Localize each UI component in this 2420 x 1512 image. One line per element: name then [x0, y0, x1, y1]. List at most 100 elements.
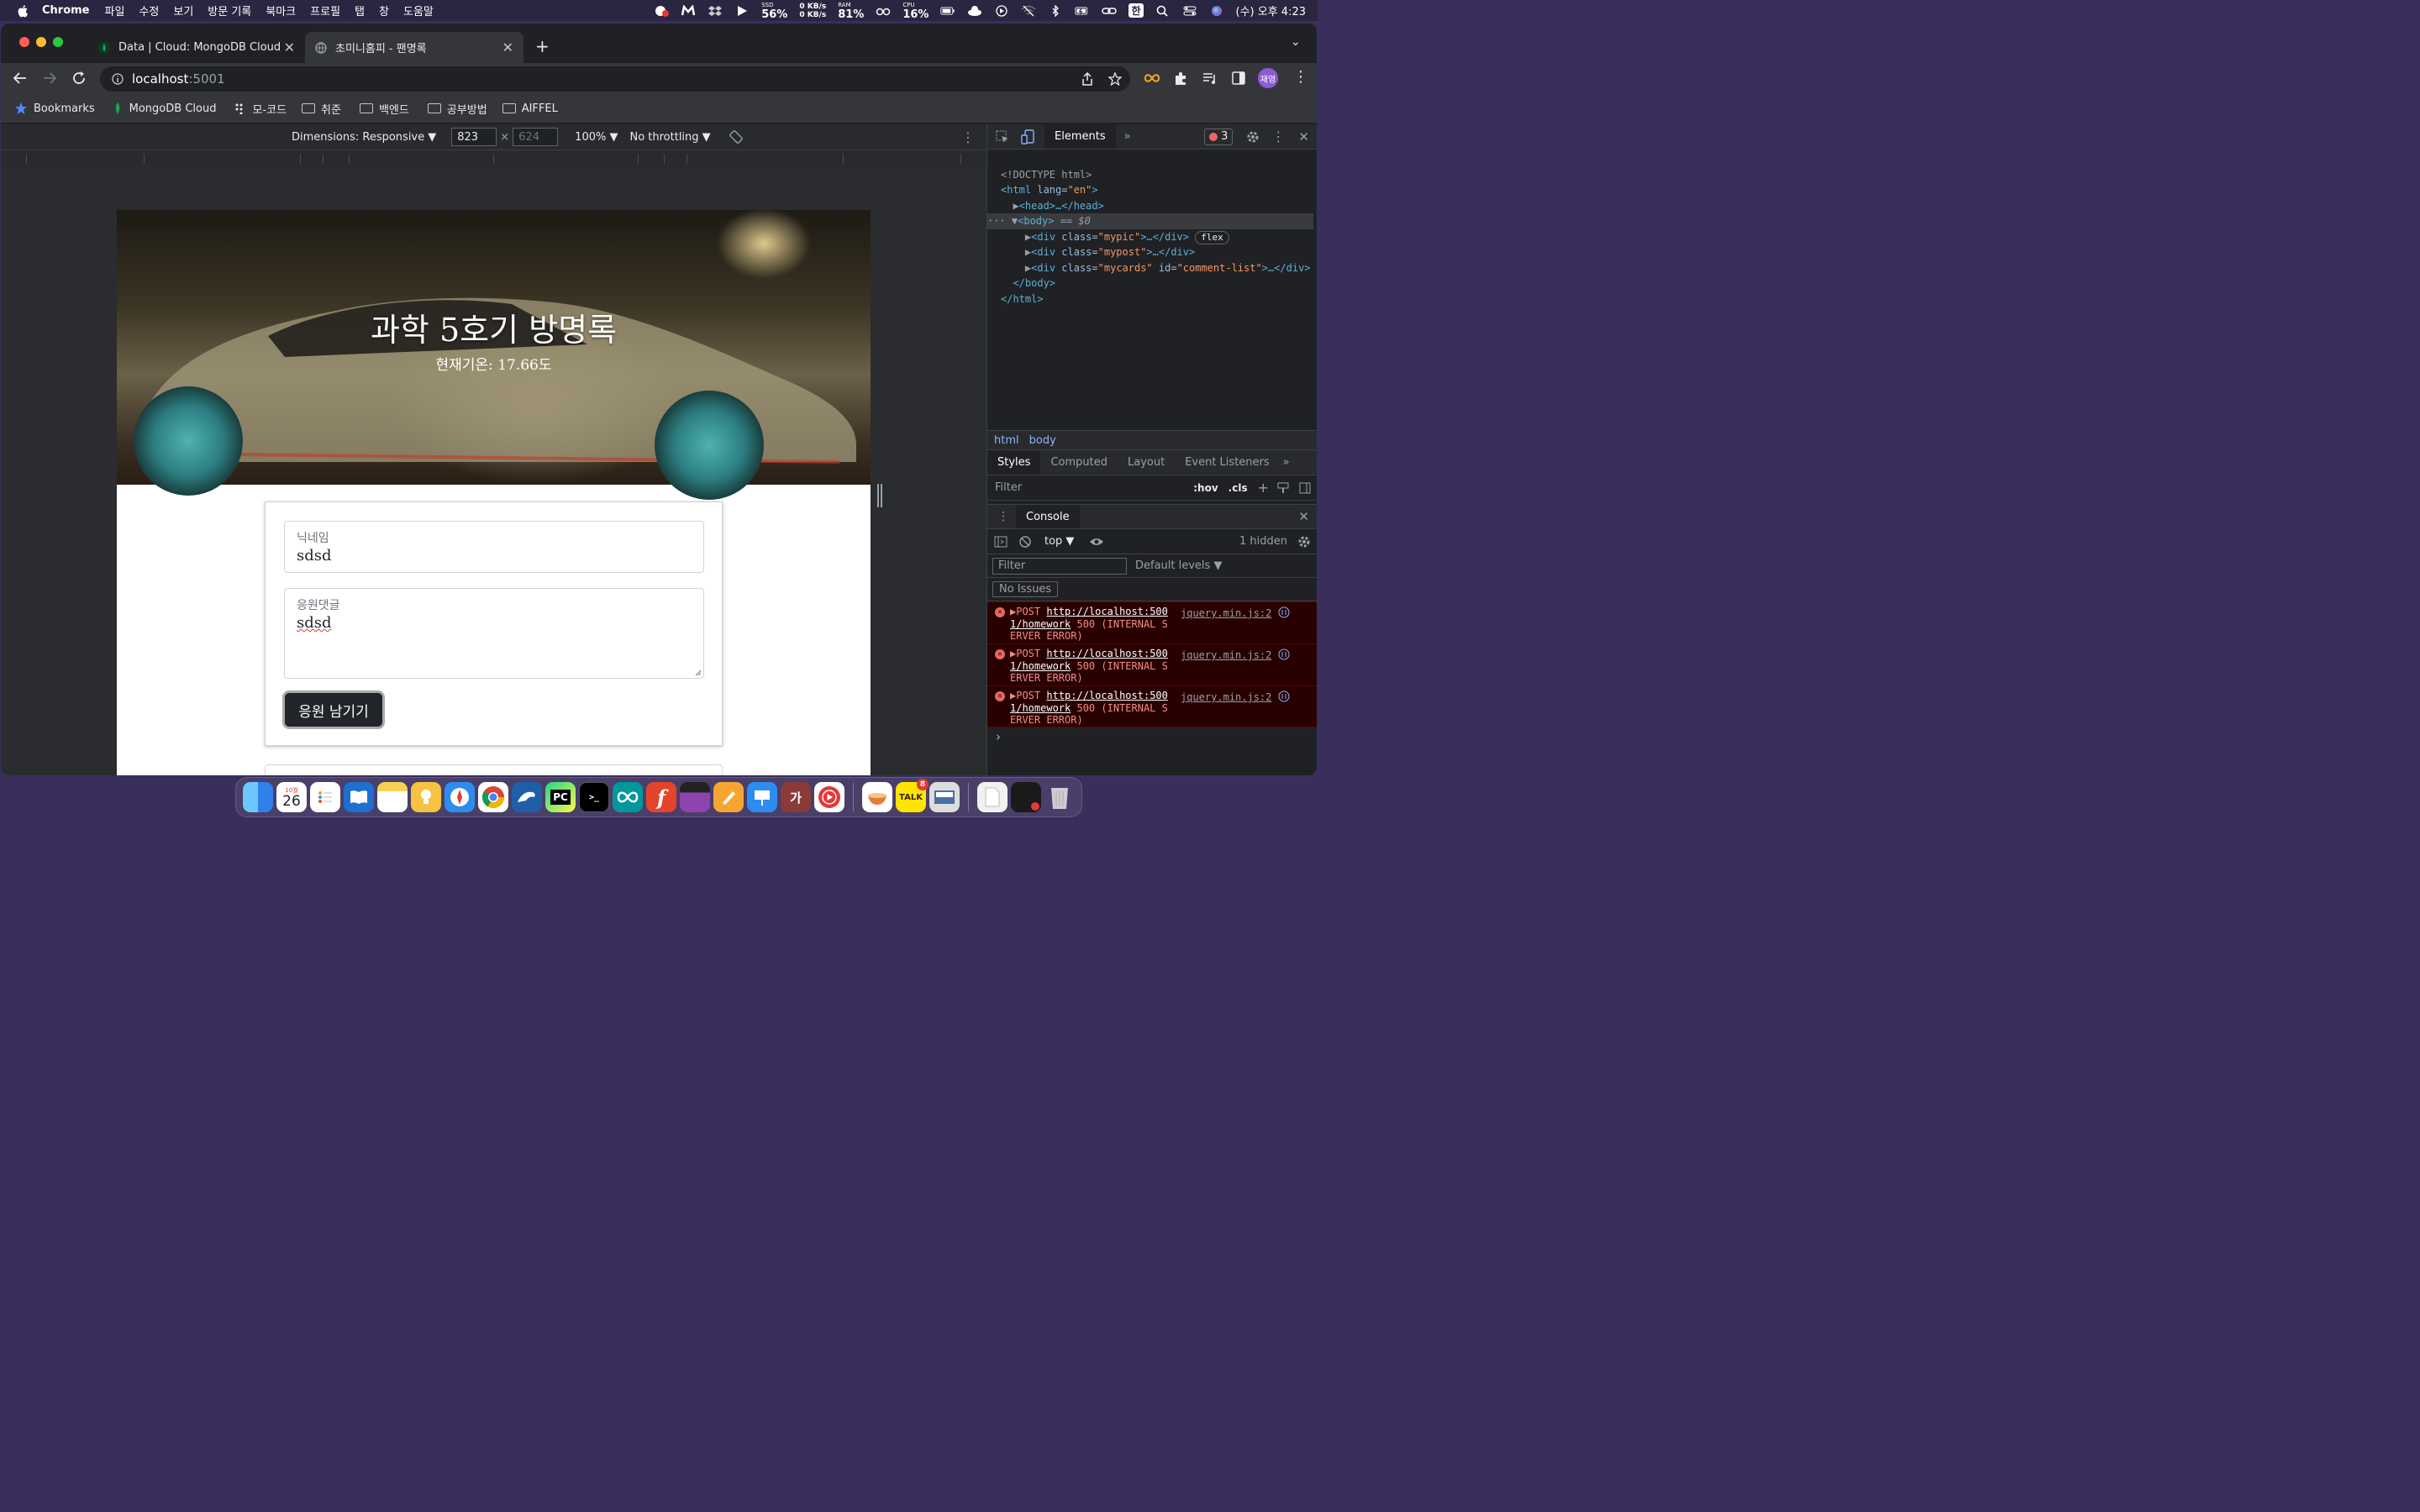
reload-icon[interactable]	[71, 71, 87, 86]
bookmark-folder-study[interactable]: 공부방법	[427, 101, 487, 117]
bookmark-mo-code[interactable]: 모-코드	[234, 101, 287, 117]
pycharm-icon[interactable]: PC	[545, 782, 576, 812]
live-expression-eye-icon[interactable]	[1089, 537, 1104, 547]
ssd-stat[interactable]: SSD 56%	[761, 1, 787, 20]
ramen-app-icon[interactable]	[862, 782, 892, 812]
tab-guestbook[interactable]: 초미니홈피 - 팬명록 ✕	[305, 32, 523, 63]
error-source-link[interactable]: jquery.min.js:2	[1181, 607, 1271, 620]
cpu-stat[interactable]: CPU 16%	[902, 1, 929, 20]
menu-view[interactable]: 보기	[173, 3, 193, 18]
hov-toggle[interactable]: :hov	[1193, 482, 1218, 494]
dom-line-mypost[interactable]: ▶<div class="mypost">…</div>	[1001, 244, 1313, 260]
tab-mongodb[interactable]: Data | Cloud: MongoDB Cloud ✕	[88, 32, 305, 63]
forward-arrow-icon[interactable]	[42, 71, 57, 85]
dimensions-select[interactable]: Dimensions: Responsive ▼	[292, 131, 436, 144]
paint-brush-icon[interactable]	[1277, 482, 1289, 494]
zoom-select[interactable]: 100% ▼	[575, 131, 618, 144]
log-levels-select[interactable]: Default levels ▼	[1135, 559, 1222, 572]
dropbox-icon[interactable]	[708, 5, 723, 17]
profile-avatar[interactable]: 재영	[1258, 68, 1278, 88]
console-error-row[interactable]: ✕ ▶POST http://localhost:5001/homework 5…	[987, 643, 1317, 685]
mysql-workbench-dolphin-icon[interactable]	[512, 782, 542, 812]
dom-tree[interactable]: <!DOCTYPE html> <html lang="en"> ▶<head>……	[987, 151, 1313, 338]
viewport-height-input[interactable]: 624	[513, 128, 559, 146]
finder-icon[interactable]	[243, 782, 273, 812]
close-tab-icon[interactable]: ✕	[502, 39, 513, 55]
info-icon[interactable]	[112, 73, 124, 85]
throttling-select[interactable]: No throttling ▼	[629, 131, 710, 144]
menu-bookmarks[interactable]: 북마크	[266, 3, 296, 18]
console-settings-gear-icon[interactable]	[1297, 535, 1311, 549]
nickname-field[interactable]: 닉네임 sdsd	[284, 521, 704, 573]
arduino-icon[interactable]	[613, 782, 643, 812]
dom-line-mypic[interactable]: ▶<div class="mypic">…</div> flex	[1001, 229, 1313, 245]
battery-charging-icon[interactable]	[1075, 5, 1090, 17]
malwarebytes-icon[interactable]	[681, 4, 696, 17]
cloud-icon[interactable]	[967, 5, 982, 17]
terminal-icon[interactable]: >_	[579, 782, 609, 812]
youtube-music-play-icon[interactable]	[814, 782, 844, 812]
extension-infinity-icon[interactable]	[1144, 72, 1160, 84]
rotate-icon[interactable]	[729, 130, 743, 144]
more-style-tabs-chevron-icon[interactable]: »	[1283, 456, 1290, 469]
error-count-badge[interactable]: 3	[1204, 128, 1234, 145]
fontawesome-f-icon[interactable]: f	[646, 782, 676, 812]
control-center-icon[interactable]	[1182, 5, 1197, 17]
network-request-icon[interactable]	[1278, 690, 1290, 702]
viewport-resize-handle-horizontal[interactable]	[877, 484, 882, 507]
close-devtools-icon[interactable]: ✕	[1298, 129, 1309, 144]
dictionary-book-icon[interactable]	[344, 782, 374, 812]
styles-filter-input[interactable]: Filter	[995, 481, 1022, 494]
dom-line-body-selected[interactable]: ··· ▼<body> == $0	[987, 213, 1313, 229]
share-icon[interactable]	[1081, 72, 1093, 86]
close-tab-icon[interactable]: ✕	[284, 39, 295, 55]
menu-history[interactable]: 방문 기록	[208, 3, 251, 18]
console-sidebar-icon[interactable]	[994, 536, 1007, 548]
viewport-width-input[interactable]: 823	[451, 128, 497, 146]
screen-capture-icon[interactable]	[929, 782, 960, 812]
link-icon[interactable]	[1102, 5, 1118, 17]
menu-file[interactable]: 파일	[105, 3, 125, 18]
pages-pen-icon[interactable]	[713, 782, 744, 812]
flex-badge[interactable]: flex	[1195, 230, 1229, 244]
tab-styles[interactable]: Styles	[987, 450, 1041, 475]
chrome-menu-kebab-icon[interactable]: ⋮	[1293, 68, 1308, 86]
kakaotalk-icon[interactable]: TALK 8	[896, 779, 929, 812]
comment-textarea[interactable]: sdsd	[297, 614, 332, 632]
tab-layout[interactable]: Layout	[1118, 450, 1175, 475]
menu-tab[interactable]: 탭	[355, 3, 365, 18]
breadcrumb-body[interactable]: body	[1029, 434, 1056, 447]
idea-lightbulb-icon[interactable]	[411, 782, 441, 812]
battery-icon[interactable]	[940, 5, 955, 17]
cls-toggle[interactable]: .cls	[1228, 482, 1248, 494]
toggle-sidebar-icon[interactable]	[1299, 482, 1311, 494]
app-menu-chrome[interactable]: Chrome	[42, 4, 90, 17]
dom-line-doctype[interactable]: <!DOCTYPE html>	[1001, 167, 1313, 183]
resize-handle-icon[interactable]	[695, 669, 702, 676]
no-issues-button[interactable]: No Issues	[992, 581, 1059, 597]
siri-icon[interactable]	[1209, 5, 1224, 17]
glasses-icon[interactable]	[876, 5, 891, 17]
error-source-link[interactable]: jquery.min.js:2	[1181, 649, 1271, 662]
extensions-puzzle-icon[interactable]	[1173, 71, 1188, 86]
calendar-icon[interactable]: 10월 26	[276, 782, 307, 812]
back-arrow-icon[interactable]	[13, 71, 28, 85]
nickname-input[interactable]: sdsd	[297, 547, 332, 564]
bookmark-folder-aiffel[interactable]: AIFFEL	[502, 102, 558, 115]
recent-window-thumbnail-icon[interactable]	[1011, 782, 1041, 812]
network-request-icon[interactable]	[1278, 648, 1290, 660]
close-drawer-icon[interactable]: ✕	[1298, 509, 1309, 524]
console-error-row[interactable]: ✕ ▶POST http://localhost:5001/homework 5…	[987, 685, 1317, 727]
dom-line-html[interactable]: <html lang="en">	[1001, 182, 1313, 198]
more-tabs-chevron-icon[interactable]: »	[1124, 130, 1131, 143]
devtools-more-icon[interactable]: ⋮	[1271, 129, 1285, 144]
side-panel-icon[interactable]	[1232, 71, 1245, 85]
network-stat[interactable]: 0 KB/s 0 KB/s	[799, 3, 826, 19]
drawer-more-icon[interactable]: ⋮	[997, 510, 1009, 523]
apple-icon[interactable]	[17, 4, 30, 18]
console-filter-input[interactable]: Filter	[992, 557, 1127, 575]
reminders-icon[interactable]	[310, 782, 340, 812]
input-source-indicator[interactable]: 한	[1128, 3, 1144, 18]
ram-stat[interactable]: RAM 81%	[838, 1, 864, 20]
chat-status-icon[interactable]	[654, 5, 670, 17]
